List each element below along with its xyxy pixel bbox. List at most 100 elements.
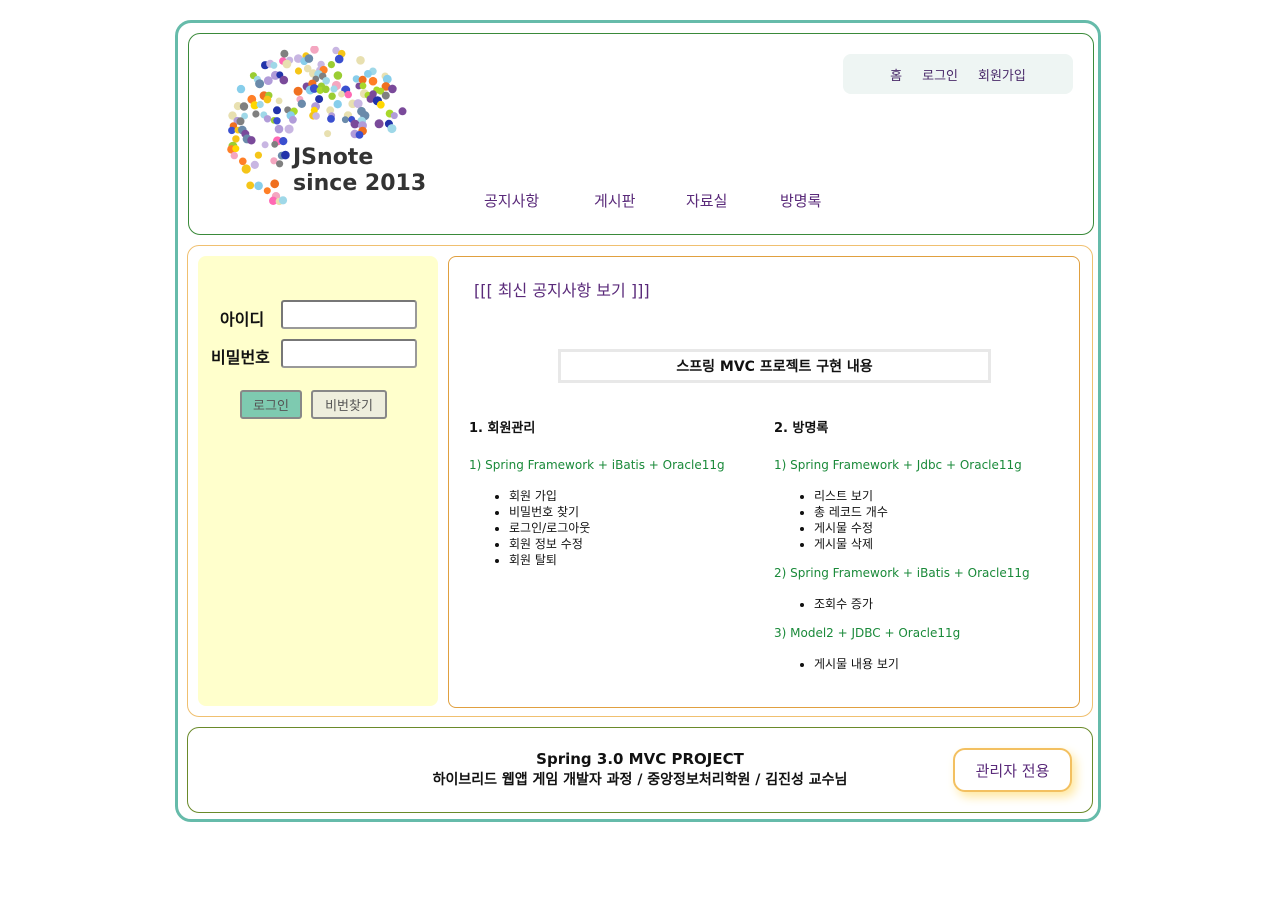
feature-list: 회원 가입 비밀번호 찾기 로그인/로그아웃 회원 정보 수정 회원 탈퇴 — [469, 488, 759, 568]
logo-dot — [236, 84, 246, 94]
logo-dot — [282, 59, 292, 69]
logo-line2: since 2013 — [293, 171, 427, 196]
logo-dot — [327, 115, 335, 123]
logo-dot — [327, 61, 335, 69]
notice-title[interactable]: [[[ 최신 공지사항 보기 ]]] — [474, 277, 650, 301]
logo-dot — [374, 119, 384, 129]
list-item: 게시물 삭제 — [814, 536, 1064, 552]
logo-dot — [312, 112, 320, 120]
logo-dot — [381, 91, 390, 100]
list-item: 조회수 증가 — [814, 596, 1064, 612]
logo-dot — [304, 54, 314, 63]
logo-dot — [333, 71, 343, 80]
logo-dot — [239, 102, 249, 111]
logo-dot — [246, 181, 255, 190]
logo-dot — [376, 100, 385, 109]
logo-dot — [280, 49, 289, 58]
logo-dot — [247, 136, 256, 145]
logo-dot — [254, 151, 262, 159]
logo-dot — [293, 86, 303, 96]
right-column: 2. 방명록 1) Spring Framework + Jdbc + Orac… — [774, 417, 1064, 686]
logo-dot — [359, 82, 367, 90]
top-menu-signup[interactable]: 회원가입 — [978, 65, 1026, 84]
logo-dot — [232, 145, 240, 153]
logo-dot — [355, 131, 364, 139]
logo-dot — [255, 79, 265, 89]
logo-dot — [279, 75, 289, 85]
id-label: 아이디 — [220, 310, 265, 329]
find-password-button[interactable]: 비번찾기 — [311, 390, 387, 419]
logo-dot — [263, 76, 273, 85]
group-subtitle: 2) Spring Framework + iBatis + Oracle11g — [774, 566, 1030, 580]
logo-dot — [273, 117, 281, 125]
list-item: 게시물 수정 — [814, 520, 1064, 536]
logo-dot — [252, 110, 260, 118]
list-item: 로그인/로그아웃 — [509, 520, 759, 536]
logo-dot — [322, 85, 330, 94]
top-menu: 홈 로그인 회원가입 — [843, 54, 1073, 94]
logo-dot — [276, 160, 284, 168]
group-subtitle: 1) Spring Framework + Jdbc + Oracle11g — [774, 458, 1022, 472]
logo-dot — [324, 130, 332, 138]
logo-dot — [338, 90, 345, 98]
feature-list: 리스트 보기 총 레코드 개수 게시물 수정 게시물 삭제 — [774, 488, 1064, 552]
logo-dot — [388, 84, 397, 94]
member-heading: 1. 회원관리 — [469, 421, 536, 436]
nav-board[interactable]: 게시판 — [594, 190, 686, 211]
top-menu-home[interactable]: 홈 — [890, 65, 902, 84]
logo-dot — [273, 106, 281, 115]
logo-dot — [350, 119, 360, 129]
nav-guestbook[interactable]: 방명록 — [780, 190, 840, 211]
logo-dot — [279, 137, 288, 146]
logo-dot — [398, 107, 407, 116]
logo-dot — [281, 150, 290, 160]
logo-dot — [236, 117, 245, 126]
admin-button[interactable]: 관리자 전용 — [953, 748, 1072, 792]
top-menu-login[interactable]: 로그인 — [922, 65, 958, 84]
login-button[interactable]: 로그인 — [240, 390, 302, 419]
logo-dot — [275, 97, 283, 105]
logo-dot — [297, 99, 306, 108]
group-subtitle: 3) Model2 + JDBC + Oracle11g — [774, 626, 961, 640]
logo-dot — [341, 116, 349, 124]
logo-dot — [263, 95, 272, 104]
list-item: 총 레코드 개수 — [814, 504, 1064, 520]
id-input[interactable] — [281, 300, 417, 329]
logo-dot — [294, 67, 303, 75]
nav-archive[interactable]: 자료실 — [686, 190, 780, 211]
logo-dot — [368, 76, 378, 86]
logo-dot — [228, 126, 236, 135]
logo-dot — [270, 179, 280, 189]
logo-dot — [230, 151, 238, 160]
logo-text: JSnote since 2013 — [293, 145, 426, 197]
main-nav: 공지사항 게시판 자료실 방명록 — [484, 190, 840, 211]
project-title: 스프링 MVC 프로젝트 구현 내용 — [676, 359, 873, 375]
logo-dot — [356, 56, 365, 65]
logo-dot — [328, 92, 336, 100]
group-subtitle: 1) Spring Framework + iBatis + Oracle11g — [469, 458, 725, 472]
feature-list: 게시물 내용 보기 — [774, 656, 1064, 672]
list-item: 회원 탈퇴 — [509, 552, 759, 568]
logo-dot — [344, 90, 352, 99]
logo-dot — [261, 141, 269, 149]
footer-project-title: Spring 3.0 MVC PROJECT — [536, 750, 744, 768]
logo-dot — [382, 74, 392, 84]
logo-dot — [270, 61, 278, 69]
nav-notice[interactable]: 공지사항 — [484, 190, 594, 211]
password-label: 비밀번호 — [211, 348, 270, 367]
logo-dot — [271, 141, 279, 148]
left-column: 1. 회원관리 1) Spring Framework + iBatis + O… — [469, 417, 759, 582]
logo-dot — [278, 196, 288, 205]
logo-dot — [263, 187, 271, 195]
list-item: 비밀번호 찾기 — [509, 504, 759, 520]
logo-dot — [289, 115, 297, 124]
password-input[interactable] — [281, 339, 417, 368]
logo-dot — [333, 100, 342, 109]
logo-dot — [256, 100, 264, 109]
logo-dot — [334, 54, 344, 64]
logo-dot — [232, 135, 240, 143]
logo-dot — [239, 157, 247, 166]
logo-dot — [241, 164, 251, 174]
list-item: 리스트 보기 — [814, 488, 1064, 504]
logo-line1: JSnote — [293, 145, 374, 170]
